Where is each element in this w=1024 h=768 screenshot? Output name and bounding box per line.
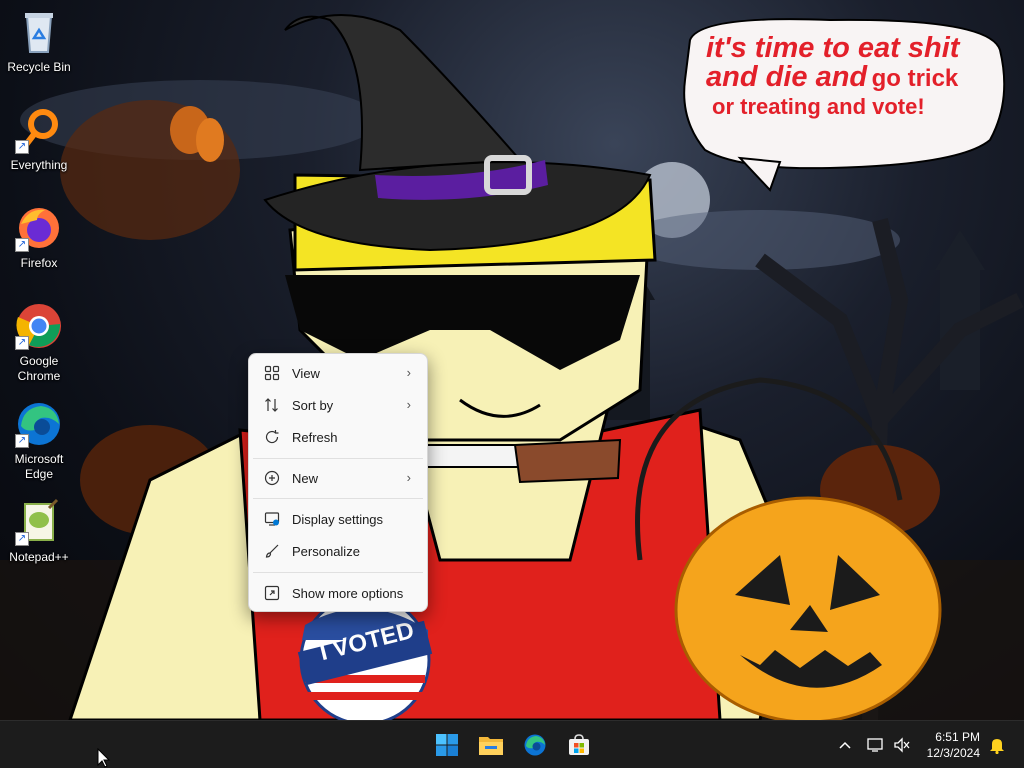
display-settings-icon — [263, 510, 281, 528]
store-icon — [569, 734, 589, 755]
menu-separator — [253, 498, 423, 499]
chevron-right-icon: › — [406, 397, 411, 412]
edge-icon: ↗ — [15, 400, 63, 448]
taskbar-store-button[interactable] — [563, 729, 595, 761]
desktop-icon-chrome[interactable]: ↗ Google Chrome — [3, 302, 75, 384]
clock-time: 6:51 PM — [935, 730, 980, 744]
taskbar-start-button[interactable] — [431, 729, 463, 761]
shortcut-arrow-icon: ↗ — [15, 532, 29, 546]
chevron-right-icon: › — [406, 470, 411, 485]
desktop-icon-edge[interactable]: ↗ Microsoft Edge — [3, 400, 75, 482]
shortcut-arrow-icon: ↗ — [15, 238, 29, 252]
tray-clock[interactable]: 6:51 PM 12/3/2024 — [910, 729, 980, 761]
taskbar-file-explorer-button[interactable] — [475, 729, 507, 761]
plus-circle-icon — [263, 469, 281, 487]
brush-icon — [263, 542, 281, 560]
bubble-line-2a: and die and — [706, 61, 868, 93]
file-explorer-icon — [479, 737, 503, 755]
mouse-cursor-icon — [97, 748, 111, 768]
chrome-icon: ↗ — [15, 302, 63, 350]
windows-start-icon — [436, 734, 458, 756]
desktop-context-menu: View › Sort by › Refresh New › Display s… — [248, 353, 428, 612]
taskbar: 6:51 PM 12/3/2024 — [0, 720, 1024, 768]
shortcut-arrow-icon: ↗ — [15, 336, 29, 350]
desktop-icon-label: Google Chrome — [17, 354, 61, 383]
network-icon[interactable] — [866, 735, 886, 755]
menu-item-personalize[interactable]: Personalize — [253, 536, 423, 566]
bubble-line-2b: go trick — [871, 65, 959, 92]
bubble-line-1: it's time to eat shit — [706, 32, 960, 64]
everything-search-icon: ↗ — [15, 106, 63, 154]
menu-item-label: Refresh — [292, 429, 338, 445]
desktop-icon-label: Everything — [10, 158, 68, 172]
refresh-icon — [263, 428, 281, 446]
desktop-icon-everything[interactable]: ↗ Everything — [3, 106, 75, 173]
bubble-line-3: or treating and vote! — [712, 94, 925, 119]
desktop-icon-recycle-bin[interactable]: Recycle Bin — [3, 8, 75, 75]
desktop-icon-firefox[interactable]: ↗ Firefox — [3, 204, 75, 271]
firefox-icon: ↗ — [15, 204, 63, 252]
desktop-wallpaper: it's time to eat shit and die and go tri… — [0, 0, 1024, 720]
desktop-icon-label: Notepad++ — [9, 550, 69, 564]
menu-item-label: Show more options — [292, 585, 404, 601]
taskbar-edge-button[interactable] — [519, 729, 551, 761]
grid-view-icon — [263, 364, 281, 382]
notification-bell-icon[interactable] — [987, 735, 1007, 755]
clock-date: 12/3/2024 — [926, 746, 980, 760]
menu-item-show-more-options[interactable]: Show more options — [253, 578, 423, 608]
chevron-up-icon[interactable] — [835, 735, 855, 755]
desktop-icon-label: Firefox — [20, 256, 58, 270]
desktop-icon-label: Recycle Bin — [7, 60, 71, 74]
menu-item-sort-by[interactable]: Sort by › — [253, 390, 423, 420]
shortcut-arrow-icon: ↗ — [15, 140, 29, 154]
menu-item-label: View — [292, 365, 320, 381]
menu-item-label: Sort by — [292, 397, 334, 413]
menu-separator — [253, 458, 423, 459]
show-more-icon — [263, 584, 281, 602]
notepadpp-icon: ↗ — [15, 498, 63, 546]
chevron-right-icon: › — [406, 365, 411, 380]
menu-item-label: Display settings — [292, 511, 384, 527]
menu-item-label: New — [292, 470, 319, 486]
menu-item-label: Personalize — [292, 543, 360, 559]
edge-icon — [524, 734, 546, 756]
volume-muted-icon[interactable] — [892, 735, 912, 755]
menu-item-view[interactable]: View › — [253, 358, 423, 388]
speech-bubble-text: it's time to eat shit and die and go tri… — [706, 34, 996, 118]
recycle-bin-icon — [15, 8, 63, 56]
desktop-icon-notepadpp[interactable]: ↗ Notepad++ — [3, 498, 75, 565]
desktop-icon-label: Microsoft Edge — [14, 452, 64, 481]
sort-icon — [263, 396, 281, 414]
menu-item-refresh[interactable]: Refresh — [253, 422, 423, 452]
shortcut-arrow-icon: ↗ — [15, 434, 29, 448]
menu-item-display-settings[interactable]: Display settings — [253, 504, 423, 534]
menu-item-new[interactable]: New › — [253, 463, 423, 493]
menu-separator — [253, 572, 423, 573]
